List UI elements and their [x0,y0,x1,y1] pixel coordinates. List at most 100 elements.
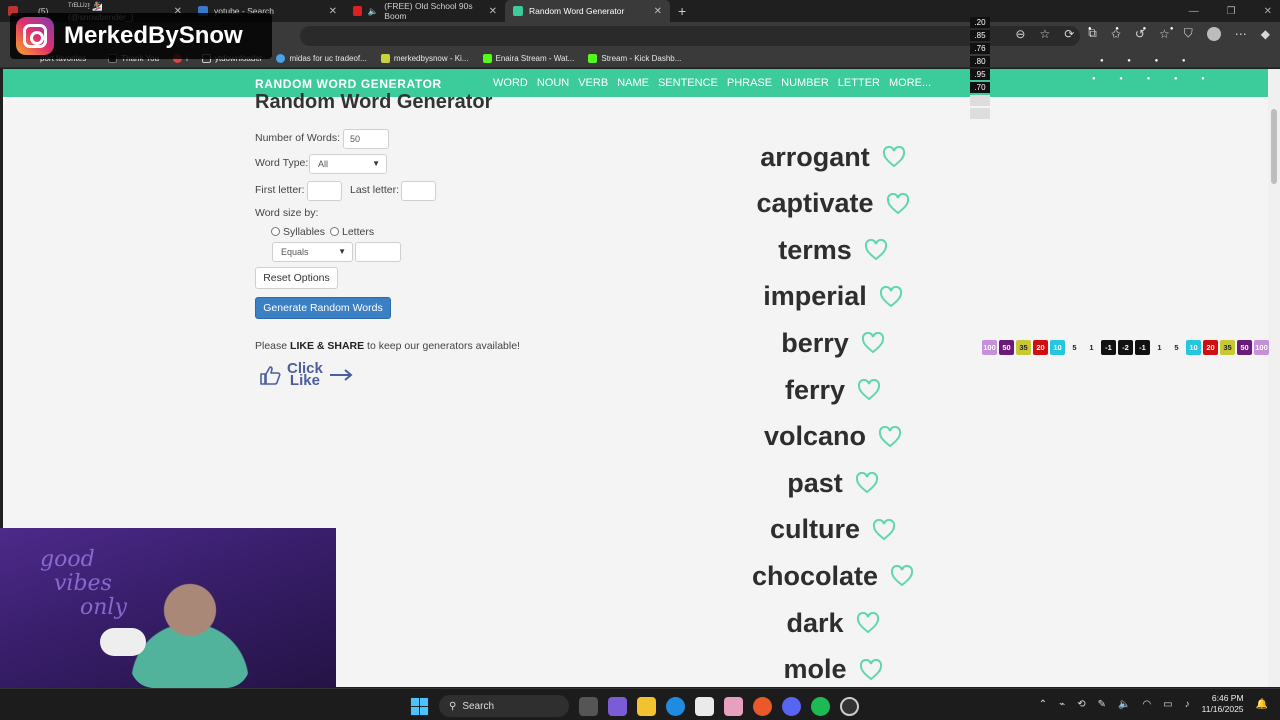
address-input[interactable] [300,26,1080,46]
obs-icon[interactable] [840,696,859,716]
store-icon[interactable] [695,696,714,716]
first-letter-input[interactable] [307,181,342,201]
instagram-icon [16,17,54,55]
click-like-widget[interactable]: Click Like [259,361,353,388]
heart-icon[interactable] [859,658,883,681]
file-explorer-icon[interactable] [637,696,656,716]
num-words-input[interactable]: 50 [343,129,389,149]
odds-value: .70 [970,82,990,93]
heart-icon[interactable] [886,192,910,215]
last-letter-input[interactable] [401,181,436,201]
thumbs-up-icon [260,366,281,385]
heart-icon[interactable] [861,332,885,354]
audio-icon[interactable]: 🔈 [368,6,379,17]
window-close-icon[interactable]: ✕ [1264,6,1272,17]
more-menu-icon[interactable]: ⋯ [1235,27,1247,41]
multiplier-chip: 1 [1084,340,1099,355]
site-brand[interactable]: RANDOM WORD GENERATOR [255,77,442,91]
multiplier-chip: 50 [1237,340,1252,355]
word-size-label: Word size by: [255,207,319,219]
nav-sentence[interactable]: SENTENCE [658,77,718,89]
multiplier-chip: 5 [1169,340,1184,355]
bookmark-item[interactable]: merkedbysnow - Ki... [380,54,469,63]
syllables-radio[interactable] [271,227,280,236]
maximize-icon[interactable]: ❐ [1227,6,1236,17]
neon-line: vibes [54,571,112,596]
reset-options-button[interactable]: Reset Options [255,267,338,289]
edge-icon[interactable] [666,696,685,716]
windows-start-icon[interactable] [410,697,429,716]
task-view-icon[interactable] [579,696,598,716]
bookmark-item[interactable]: Enaira Stream - Wat... [482,54,574,63]
heart-icon[interactable] [855,472,879,494]
favorite-star-icon[interactable]: ☆ [1039,27,1050,41]
close-icon[interactable]: ✕ [654,6,662,17]
multiplier-chip: 1 [1152,340,1167,355]
teams-icon[interactable] [608,696,627,716]
odds-value: .76 [970,43,990,54]
discord-icon[interactable] [782,696,801,716]
letters-radio[interactable] [330,227,339,236]
tray-mic-icon[interactable]: ✎ [1098,699,1106,710]
scroll-thumb[interactable] [1271,109,1277,184]
nav-word[interactable]: WORD [493,77,528,89]
browser-essentials-icon[interactable]: ⛉ [1184,26,1193,41]
nav-verb[interactable]: VERB [578,77,608,89]
tray-app-icon[interactable]: ⌁ [1059,699,1065,710]
heart-icon[interactable] [878,425,902,448]
nav-noun[interactable]: NOUN [537,77,569,89]
app-icon[interactable] [724,696,743,716]
spotify-icon[interactable] [811,696,830,716]
size-value-input[interactable] [355,242,401,262]
heart-icon[interactable] [882,146,906,168]
site-navbar: RANDOM WORD GENERATOR WORD NOUN VERB NAM… [3,69,1268,97]
close-icon[interactable]: ✕ [489,6,497,17]
nav-name[interactable]: NAME [617,77,649,89]
speaker-icon[interactable]: 🔈 [1118,699,1130,710]
notifications-icon[interactable]: 🔔 [1256,699,1268,710]
clock-time: 6:46 PM [1211,693,1244,703]
multiplier-chip: -2 [1118,340,1133,355]
profile-avatar[interactable] [1206,26,1221,41]
taskbar-search[interactable]: ⚲ Search [439,695,569,717]
copilot-icon[interactable]: ◆ [1261,27,1270,41]
bookmark-item[interactable]: midas for uc tradeof... [276,54,367,63]
word-type-select[interactable]: All ▼ [309,154,387,174]
tab-old-school-90s[interactable]: 🔈 (FREE) Old School 90s Boom ✕ [345,0,505,22]
nav-letter[interactable]: LETTER [838,77,880,89]
taskbar-clock[interactable]: 6:46 PM 11/16/2025 [1202,693,1244,715]
copilot-app-icon[interactable] [753,696,772,716]
read-aloud-icon[interactable]: ⊖ [1015,27,1025,41]
new-tab-icon[interactable]: + [670,3,694,19]
nav-more[interactable]: MORE... [889,77,931,89]
battery-icon[interactable]: ▭ [1163,699,1172,710]
word-row: culture [703,510,963,550]
close-icon[interactable]: ✕ [329,6,337,17]
size-compare-select[interactable]: Equals ▼ [272,242,353,262]
nav-phrase[interactable]: PHRASE [727,77,772,89]
heart-icon[interactable] [856,612,880,634]
tray-sync-icon[interactable]: ⟲ [1077,699,1085,710]
result-word: culture [769,514,861,545]
tab-random-word-generator[interactable]: Random Word Generator ✕ [505,0,670,22]
result-word: ferry [784,374,846,405]
syllables-label: Syllables [283,226,326,238]
nav-number[interactable]: NUMBER [781,77,829,89]
page-scrollbar[interactable] [1268,69,1280,687]
odds-column: .20 .85 .76 .80 .95 .70 [970,17,990,132]
heart-icon[interactable] [879,285,903,308]
extensions-icon[interactable]: ⟳ [1064,27,1074,41]
like-share-message: Please LIKE & SHARE to keep our generato… [255,340,520,352]
heart-icon[interactable] [864,239,888,261]
multiplier-chip: 5 [1067,340,1082,355]
bookmark-item[interactable]: Stream - Kick Dashb... [588,54,681,63]
volume-icon[interactable]: ♪ [1185,699,1190,710]
heart-icon[interactable] [890,565,914,587]
multiplier-chip: 100 [1254,340,1269,355]
heart-icon[interactable] [872,518,896,541]
generate-random-words-button[interactable]: Generate Random Words [255,297,391,319]
wifi-icon[interactable]: ◠ [1142,699,1151,710]
heart-icon[interactable] [857,379,881,401]
chevron-up-icon[interactable]: ⌃ [1039,699,1047,710]
minimize-icon[interactable]: — [1189,6,1199,17]
